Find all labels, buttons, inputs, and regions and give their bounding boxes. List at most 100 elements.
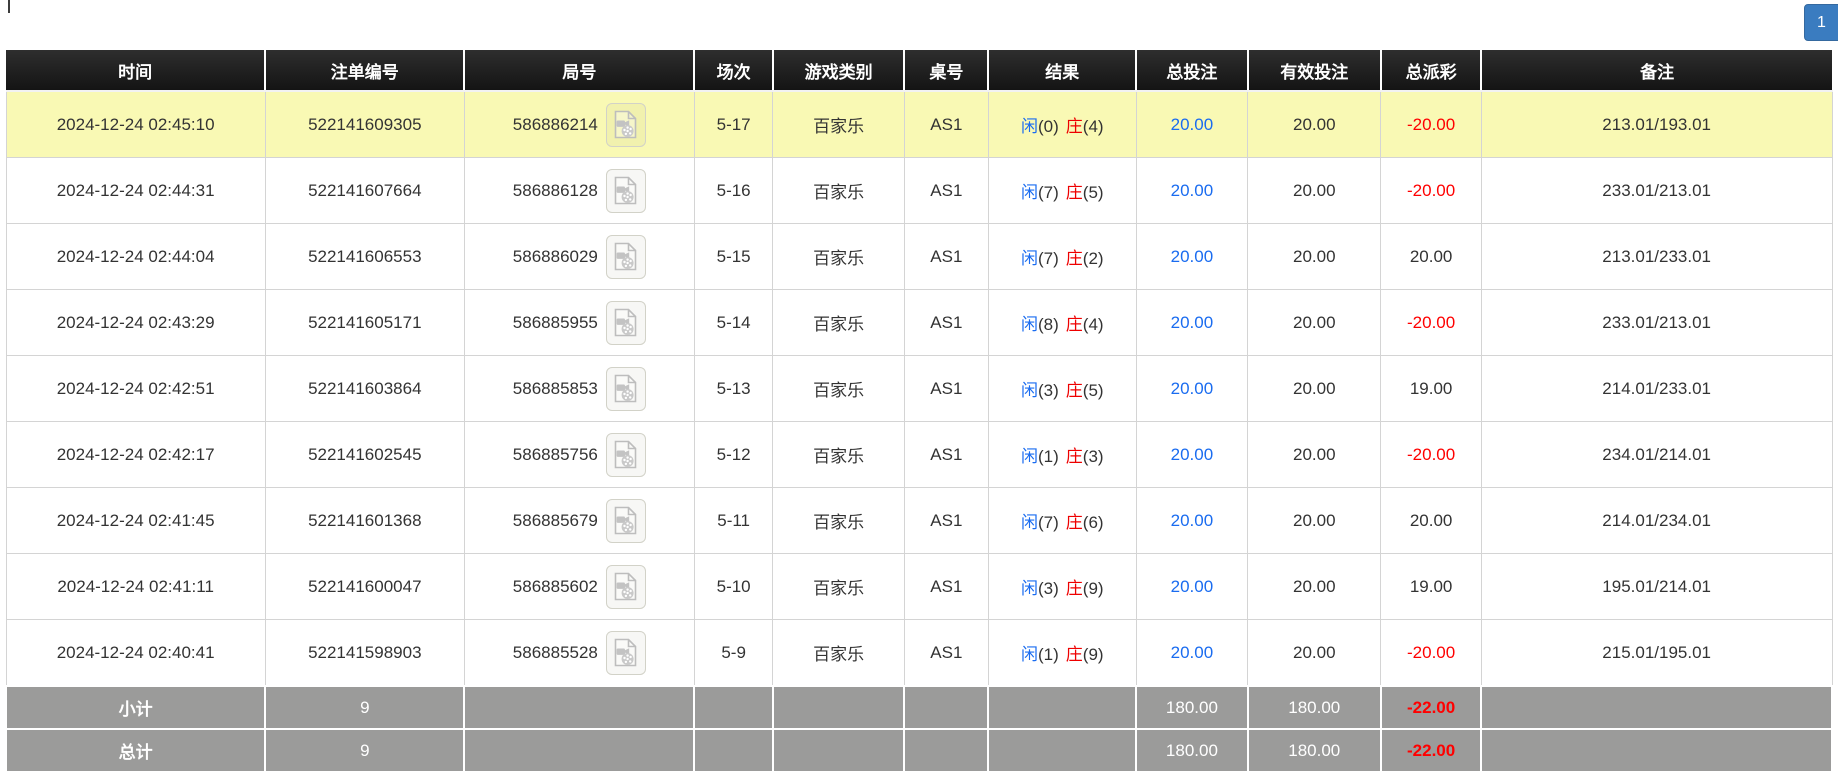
table-no-cell: AS1 bbox=[904, 158, 988, 224]
time-cell: 2024-12-24 02:41:11 bbox=[6, 554, 265, 620]
table-no-cell: AS1 bbox=[904, 488, 988, 554]
video-replay-icon[interactable] bbox=[606, 301, 646, 345]
session-cell: 5-10 bbox=[694, 554, 773, 620]
edge-artifact bbox=[8, 0, 10, 13]
col-header-session: 场次 bbox=[694, 50, 773, 91]
round-cell: 586885853 bbox=[464, 356, 694, 422]
summary-label-cell: 总计 bbox=[6, 729, 265, 772]
round-cell: 586885756 bbox=[464, 422, 694, 488]
game-type-cell: 百家乐 bbox=[773, 91, 904, 158]
remark-cell: 213.01/193.01 bbox=[1481, 91, 1832, 158]
round-cell: 586885955 bbox=[464, 290, 694, 356]
col-header-game-type: 游戏类别 bbox=[773, 50, 904, 91]
table-row[interactable]: 2024-12-24 02:41:45 522141601368 5868856… bbox=[6, 488, 1832, 554]
valid-bet-cell: 20.00 bbox=[1248, 356, 1381, 422]
empty-cell bbox=[464, 686, 694, 729]
result-cell: 闲(1)庄(9) bbox=[988, 620, 1136, 687]
video-replay-icon[interactable] bbox=[606, 565, 646, 609]
session-cell: 5-9 bbox=[694, 620, 773, 687]
summary-row: 小计 9 180.00 180.00 -22.00 bbox=[6, 686, 1832, 729]
col-header-remark: 备注 bbox=[1481, 50, 1832, 91]
valid-bet-cell: 20.00 bbox=[1248, 158, 1381, 224]
video-replay-icon[interactable] bbox=[606, 433, 646, 477]
table-row[interactable]: 2024-12-24 02:40:41 522141598903 5868855… bbox=[6, 620, 1832, 687]
remark-cell: 215.01/195.01 bbox=[1481, 620, 1832, 687]
round-cell: 586886029 bbox=[464, 224, 694, 290]
total-bet-cell: 20.00 bbox=[1136, 620, 1247, 687]
time-cell: 2024-12-24 02:43:29 bbox=[6, 290, 265, 356]
payout-cell: 19.00 bbox=[1381, 554, 1481, 620]
result-cell: 闲(7)庄(2) bbox=[988, 224, 1136, 290]
remark-cell: 233.01/213.01 bbox=[1481, 290, 1832, 356]
summary-remark-cell bbox=[1481, 686, 1832, 729]
video-replay-icon[interactable] bbox=[606, 367, 646, 411]
session-cell: 5-15 bbox=[694, 224, 773, 290]
table-row[interactable]: 2024-12-24 02:45:10 522141609305 5868862… bbox=[6, 91, 1832, 158]
game-type-cell: 百家乐 bbox=[773, 356, 904, 422]
result-cell: 闲(8)庄(4) bbox=[988, 290, 1136, 356]
table-row[interactable]: 2024-12-24 02:41:11 522141600047 5868856… bbox=[6, 554, 1832, 620]
session-cell: 5-12 bbox=[694, 422, 773, 488]
empty-cell bbox=[904, 686, 988, 729]
video-replay-icon[interactable] bbox=[606, 103, 646, 147]
valid-bet-cell: 20.00 bbox=[1248, 488, 1381, 554]
empty-cell bbox=[773, 729, 904, 772]
session-cell: 5-14 bbox=[694, 290, 773, 356]
bet-id-cell: 522141606553 bbox=[265, 224, 464, 290]
bet-id-cell: 522141605171 bbox=[265, 290, 464, 356]
game-type-cell: 百家乐 bbox=[773, 290, 904, 356]
remark-cell: 195.01/214.01 bbox=[1481, 554, 1832, 620]
video-replay-icon[interactable] bbox=[606, 235, 646, 279]
payout-cell: -20.00 bbox=[1381, 91, 1481, 158]
total-bet-cell: 20.00 bbox=[1136, 158, 1247, 224]
total-bet-cell: 20.00 bbox=[1136, 290, 1247, 356]
table-no-cell: AS1 bbox=[904, 554, 988, 620]
result-cell: 闲(7)庄(6) bbox=[988, 488, 1136, 554]
video-replay-icon[interactable] bbox=[606, 169, 646, 213]
empty-cell bbox=[694, 686, 773, 729]
result-cell: 闲(1)庄(3) bbox=[988, 422, 1136, 488]
empty-cell bbox=[904, 729, 988, 772]
payout-cell: -20.00 bbox=[1381, 158, 1481, 224]
result-cell: 闲(3)庄(9) bbox=[988, 554, 1136, 620]
summary-count-cell: 9 bbox=[265, 686, 464, 729]
game-type-cell: 百家乐 bbox=[773, 224, 904, 290]
valid-bet-cell: 20.00 bbox=[1248, 91, 1381, 158]
col-header-payout: 总派彩 bbox=[1381, 50, 1481, 91]
time-cell: 2024-12-24 02:42:17 bbox=[6, 422, 265, 488]
bet-records-page: 1 时间 注单编号 局号 场次 游戏类别 桌号 结果 总投注 有效投注 总派彩 … bbox=[0, 0, 1838, 782]
payout-cell: 20.00 bbox=[1381, 488, 1481, 554]
total-bet-cell: 20.00 bbox=[1136, 554, 1247, 620]
table-row[interactable]: 2024-12-24 02:44:04 522141606553 5868860… bbox=[6, 224, 1832, 290]
time-cell: 2024-12-24 02:41:45 bbox=[6, 488, 265, 554]
bet-id-cell: 522141602545 bbox=[265, 422, 464, 488]
summary-remark-cell bbox=[1481, 729, 1832, 772]
session-cell: 5-17 bbox=[694, 91, 773, 158]
table-row[interactable]: 2024-12-24 02:43:29 522141605171 5868859… bbox=[6, 290, 1832, 356]
payout-cell: -20.00 bbox=[1381, 422, 1481, 488]
video-replay-icon[interactable] bbox=[606, 631, 646, 675]
summary-payout-cell: -22.00 bbox=[1381, 729, 1481, 772]
time-cell: 2024-12-24 02:44:04 bbox=[6, 224, 265, 290]
table-row[interactable]: 2024-12-24 02:42:17 522141602545 5868857… bbox=[6, 422, 1832, 488]
summary-valid-bet-cell: 180.00 bbox=[1248, 729, 1381, 772]
empty-cell bbox=[773, 686, 904, 729]
remark-cell: 214.01/234.01 bbox=[1481, 488, 1832, 554]
payout-cell: 20.00 bbox=[1381, 224, 1481, 290]
session-cell: 5-13 bbox=[694, 356, 773, 422]
result-cell: 闲(3)庄(5) bbox=[988, 356, 1136, 422]
game-type-cell: 百家乐 bbox=[773, 488, 904, 554]
time-cell: 2024-12-24 02:45:10 bbox=[6, 91, 265, 158]
empty-cell bbox=[694, 729, 773, 772]
bet-id-cell: 522141600047 bbox=[265, 554, 464, 620]
table-no-cell: AS1 bbox=[904, 224, 988, 290]
video-replay-icon[interactable] bbox=[606, 499, 646, 543]
payout-cell: -20.00 bbox=[1381, 290, 1481, 356]
table-row[interactable]: 2024-12-24 02:42:51 522141603864 5868858… bbox=[6, 356, 1832, 422]
game-type-cell: 百家乐 bbox=[773, 554, 904, 620]
table-row[interactable]: 2024-12-24 02:44:31 522141607664 5868861… bbox=[6, 158, 1832, 224]
pagination-page-1-button[interactable]: 1 bbox=[1804, 4, 1838, 41]
total-bet-cell: 20.00 bbox=[1136, 488, 1247, 554]
table-header-row: 时间 注单编号 局号 场次 游戏类别 桌号 结果 总投注 有效投注 总派彩 备注 bbox=[6, 50, 1832, 91]
remark-cell: 233.01/213.01 bbox=[1481, 158, 1832, 224]
